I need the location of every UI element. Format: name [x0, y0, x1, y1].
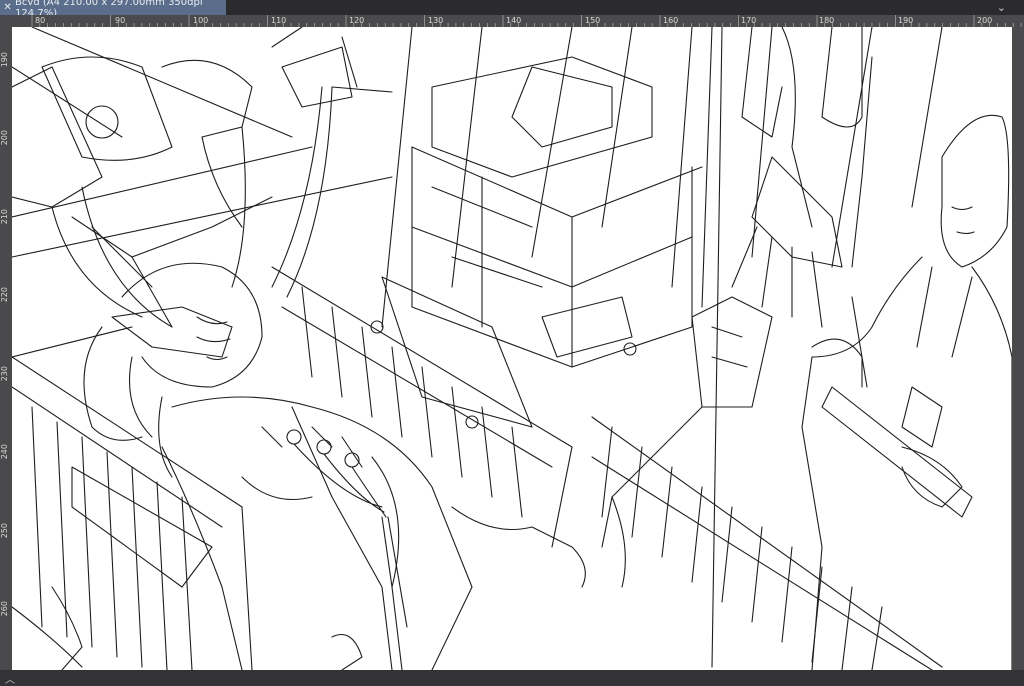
line-art-illustration — [12, 27, 1012, 670]
overhead-machine — [12, 27, 393, 328]
ruler-label: 190 — [0, 52, 9, 68]
ruler-label: 260 — [0, 601, 9, 617]
vertical-scrollbar[interactable] — [1012, 27, 1024, 670]
ruler-label: 210 — [0, 209, 9, 225]
patient-head — [83, 262, 263, 478]
horizontal-ruler[interactable]: 80 90 100 110 120 130 140 150 160 170 18… — [12, 15, 1024, 27]
medical-cart — [370, 56, 703, 429]
iv-stand — [601, 27, 873, 668]
doctor-figure — [801, 114, 1012, 670]
status-bar: ︿ — [0, 670, 1024, 686]
bed-rail-center — [271, 266, 573, 548]
bed-rail-right — [591, 416, 943, 670]
ruler-label: 250 — [0, 523, 9, 539]
document-tab[interactable]: ✕ Bcvd (A4 210.00 x 297.00mm 350dpi 124.… — [0, 0, 226, 19]
ruler-ticks — [31, 15, 1022, 27]
vertical-ruler[interactable]: 190 200 210 220 230 240 250 260 — [0, 15, 12, 670]
background-perspective-lines — [12, 27, 943, 358]
drawing-canvas[interactable] — [12, 27, 1012, 670]
ruler-label: 240 — [0, 444, 9, 460]
close-icon[interactable]: ✕ — [3, 2, 12, 13]
ruler-label: 200 — [0, 130, 9, 146]
chevron-down-icon[interactable]: ⌄ — [997, 1, 1006, 14]
head-cables — [51, 86, 333, 328]
ruler-label: 230 — [0, 366, 9, 382]
document-titlebar: ✕ Bcvd (A4 210.00 x 297.00mm 350dpi 124.… — [0, 0, 1024, 19]
patient-body — [161, 396, 586, 670]
ruler-label: 220 — [0, 287, 9, 303]
chevron-up-icon[interactable]: ︿ — [5, 671, 15, 686]
